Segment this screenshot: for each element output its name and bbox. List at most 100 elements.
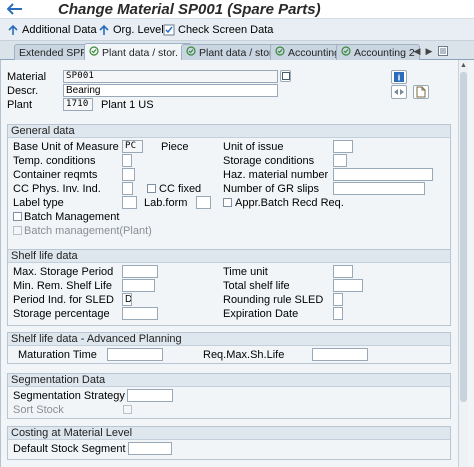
document-icon[interactable] xyxy=(413,85,429,99)
tab-accounting-2[interactable]: Accounting 2 xyxy=(336,44,420,60)
base-uom-text: Piece xyxy=(161,141,189,153)
period-ind-field[interactable]: D xyxy=(122,293,132,306)
tab-label: Extended SPP xyxy=(19,46,88,59)
appr-batch-checkbox[interactable] xyxy=(223,198,232,207)
storage-pct-field[interactable] xyxy=(122,307,158,320)
container-reqmts-label: Container reqmts xyxy=(13,169,98,181)
org-structure-icon[interactable] xyxy=(391,85,407,99)
total-shelf-field[interactable] xyxy=(333,279,363,292)
scrollbar-thumb[interactable] xyxy=(460,72,467,402)
svg-text:i: i xyxy=(398,74,401,83)
tab-label: Accounting 2 xyxy=(354,46,415,59)
lab-form-field[interactable] xyxy=(196,196,211,209)
org-levels-button[interactable]: Org. Levels xyxy=(97,22,169,38)
label-type-field[interactable] xyxy=(122,196,137,209)
unit-of-issue-field[interactable] xyxy=(333,140,353,153)
min-rem-field[interactable] xyxy=(122,279,155,292)
rounding-rule-label: Rounding rule SLED xyxy=(223,294,324,306)
gr-slips-field[interactable] xyxy=(333,182,425,195)
batch-mgmt-plant-checkbox xyxy=(13,226,22,235)
segmentation-title: Segmentation Data xyxy=(8,374,450,387)
req-max-field[interactable] xyxy=(312,348,368,361)
tab-list-icon[interactable] xyxy=(438,44,448,58)
maturation-field[interactable] xyxy=(107,348,163,361)
scroll-up-icon[interactable]: ▲ xyxy=(459,60,468,70)
back-arrow-icon[interactable] xyxy=(6,2,24,16)
segmentation-strategy-field[interactable] xyxy=(127,389,173,402)
storage-conditions-field[interactable] xyxy=(333,154,347,167)
window-title: Change Material SP001 (Spare Parts) xyxy=(58,1,321,18)
org-levels-label: Org. Levels xyxy=(113,24,170,36)
additional-data-label: Additional Data xyxy=(22,24,97,36)
material-long-text-icon[interactable] xyxy=(280,70,291,82)
cc-fixed-label: CC fixed xyxy=(159,183,202,195)
tab-status-icon xyxy=(341,46,351,59)
appr-batch-label: Appr.Batch Recd Req. xyxy=(235,197,344,209)
cc-phys-inv-field[interactable] xyxy=(122,182,133,195)
gr-slips-label: Number of GR slips xyxy=(223,183,319,195)
info-icon[interactable]: i xyxy=(391,70,407,84)
storage-pct-label: Storage percentage xyxy=(13,308,110,320)
plant-field[interactable]: 1710 xyxy=(63,98,93,111)
container-reqmts-field[interactable] xyxy=(122,168,135,181)
org-levels-icon xyxy=(97,24,110,36)
expiration-label: Expiration Date xyxy=(223,308,299,320)
description-field[interactable]: Bearing xyxy=(63,84,278,97)
shelf-life-group: Shelf life data Max. Storage Period Time… xyxy=(7,249,451,326)
time-unit-label: Time unit xyxy=(223,266,268,278)
tab-label: Plant data / stor. 1 xyxy=(102,46,187,59)
storage-conditions-label: Storage conditions xyxy=(223,155,315,167)
check-screen-data-button[interactable]: Check Screen Data xyxy=(162,22,273,38)
base-uom-label: Base Unit of Measure xyxy=(13,141,119,153)
sort-stock-checkbox xyxy=(123,405,132,414)
rounding-rule-field[interactable] xyxy=(333,293,343,306)
material-field[interactable]: SP001 xyxy=(63,70,278,83)
cc-phys-inv-label: CC Phys. Inv. Ind. xyxy=(13,183,101,195)
material-label: Material xyxy=(7,71,47,83)
period-ind-label: Period Ind. for SLED xyxy=(13,294,114,306)
shelf-life-advanced-title: Shelf life data - Advanced Planning xyxy=(8,333,450,346)
max-storage-field[interactable] xyxy=(122,265,158,278)
tab-scroll-left-icon[interactable]: ◀ xyxy=(412,44,422,58)
plant-name-text: Plant 1 US xyxy=(101,99,154,111)
default-stock-segment-field[interactable] xyxy=(128,442,172,455)
default-stock-segment-label: Default Stock Segment xyxy=(13,443,126,455)
sort-stock-label: Sort Stock xyxy=(13,404,64,416)
unit-of-issue-label: Unit of issue xyxy=(223,141,284,153)
cc-fixed-checkbox[interactable] xyxy=(147,184,156,193)
tab-status-icon xyxy=(186,46,196,59)
haz-material-label: Haz. material number xyxy=(223,169,329,181)
tab-strip: Extended SPP Plant data / stor. 1 Plant … xyxy=(0,41,474,61)
expiration-field[interactable] xyxy=(333,307,343,320)
general-data-title: General data xyxy=(8,125,450,138)
batch-mgmt-checkbox[interactable] xyxy=(13,212,22,221)
main-content: Material SP001 Descr. Bearing Plant 1710… xyxy=(0,60,474,467)
time-unit-field[interactable] xyxy=(333,265,353,278)
vertical-scrollbar[interactable]: ▲ xyxy=(458,60,468,467)
tab-scroll-right-icon[interactable]: ▶ xyxy=(424,44,434,58)
req-max-label: Req.Max.Sh.Life xyxy=(203,349,285,361)
temp-conditions-label: Temp. conditions xyxy=(13,155,96,167)
base-uom-field[interactable]: PC xyxy=(122,140,143,153)
haz-material-field[interactable] xyxy=(333,168,433,181)
total-shelf-label: Total shelf life xyxy=(223,280,290,292)
tab-status-icon xyxy=(89,46,99,59)
tab-status-icon xyxy=(275,46,285,59)
additional-data-button[interactable]: Additional Data xyxy=(6,22,97,38)
shelf-life-title: Shelf life data xyxy=(8,250,450,263)
lab-form-label: Lab.form xyxy=(144,197,188,209)
batch-mgmt-plant-label: Batch management(Plant) xyxy=(24,225,152,237)
min-rem-label: Min. Rem. Shelf Life xyxy=(13,280,113,292)
batch-mgmt-label: Batch Management xyxy=(24,211,120,223)
additional-data-icon xyxy=(6,24,19,36)
plant-label: Plant xyxy=(7,99,33,111)
costing-group: Costing at Material Level Default Stock … xyxy=(7,426,451,460)
segmentation-group: Segmentation Data Segmentation Strategy … xyxy=(7,373,451,419)
tab-extended-spp[interactable]: Extended SPP xyxy=(14,44,93,60)
segmentation-strategy-label: Segmentation Strategy xyxy=(13,390,125,402)
tab-plant-data-stor-1[interactable]: Plant data / stor. 1 xyxy=(84,43,192,61)
shelf-life-advanced-group: Shelf life data - Advanced Planning Matu… xyxy=(7,332,451,364)
title-bar: Change Material SP001 (Spare Parts) xyxy=(0,0,474,19)
check-screen-data-icon xyxy=(162,24,175,36)
temp-conditions-field[interactable] xyxy=(122,154,132,167)
